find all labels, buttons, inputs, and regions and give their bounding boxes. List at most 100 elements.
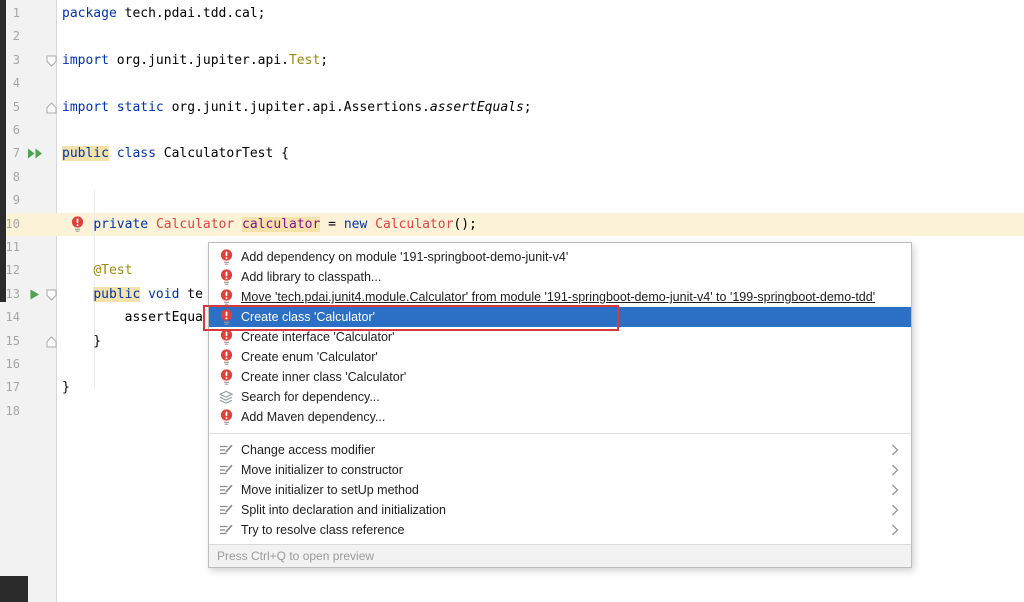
- menu-item-label: Move initializer to constructor: [241, 463, 403, 477]
- menu-item-label: Move initializer to setUp method: [241, 483, 419, 497]
- line-number: 16: [0, 353, 20, 376]
- modify-pencil-icon: [219, 441, 233, 459]
- window-edge-artifact-top: [0, 0, 6, 302]
- run-class-icon[interactable]: [27, 148, 43, 159]
- menu-item-label: Add library to classpath...: [241, 270, 381, 284]
- error-bulb-icon: [219, 408, 233, 426]
- code-token: import: [62, 53, 109, 68]
- menu-item[interactable]: Move initializer to setUp method: [209, 480, 911, 500]
- highlighted-token: calculator: [242, 217, 320, 232]
- menu-item-label: Create interface 'Calculator': [241, 330, 394, 344]
- menu-item-label: Split into declaration and initializatio…: [241, 503, 446, 517]
- code-token: [109, 146, 117, 161]
- quickfix-menu-group: Add dependency on module '191-springboot…: [209, 243, 911, 427]
- menu-item-label: Create inner class 'Calculator': [241, 370, 406, 384]
- code-token: [109, 100, 117, 115]
- code-line: public void te: [62, 283, 203, 306]
- code-token: [367, 217, 375, 232]
- code-token: Calculator: [375, 217, 453, 232]
- code-token: org.junit.jupiter.api.Assertions.: [164, 100, 430, 115]
- run-test-icon[interactable]: [29, 289, 40, 300]
- highlighted-token: public: [62, 146, 109, 161]
- code-token: class: [117, 146, 156, 161]
- line-number: 14: [0, 306, 20, 329]
- error-bulb-icon: [219, 368, 233, 386]
- intention-menu-group: Change access modifier Move initializer …: [209, 440, 911, 540]
- code-token: package: [62, 6, 117, 21]
- code-token: [140, 287, 148, 302]
- code-token: ;: [524, 100, 532, 115]
- menu-item[interactable]: Create enum 'Calculator': [209, 347, 911, 367]
- code-line: import static org.junit.jupiter.api.Asse…: [62, 96, 532, 119]
- menu-item-label: Try to resolve class reference: [241, 523, 404, 537]
- code-line: import org.junit.jupiter.api.Test;: [62, 49, 328, 72]
- code-token: }: [62, 380, 70, 395]
- popup-footer: Press Ctrl+Q to open preview: [209, 544, 911, 567]
- menu-item[interactable]: Move initializer to constructor: [209, 460, 911, 480]
- fold-down-icon[interactable]: [46, 289, 57, 301]
- code-line: assertEqua: [62, 306, 203, 329]
- code-token: org.junit.jupiter.api.: [109, 53, 289, 68]
- line-number: 17: [0, 376, 20, 399]
- line-number: 15: [0, 330, 20, 353]
- submenu-chevron-icon: [891, 484, 899, 496]
- submenu-chevron-icon: [891, 444, 899, 456]
- code-token: tech.pdai.tdd.cal;: [117, 6, 266, 21]
- submenu-chevron-icon: [891, 524, 899, 536]
- menu-item[interactable]: Add dependency on module '191-springboot…: [209, 247, 911, 267]
- menu-item-label: Move 'tech.pdai.junit4.module.Calculator…: [241, 290, 875, 304]
- menu-item-label: Change access modifier: [241, 443, 375, 457]
- fold-up-icon[interactable]: [46, 102, 57, 114]
- code-token: [148, 217, 156, 232]
- fold-down-icon[interactable]: [46, 55, 57, 67]
- code-token: ;: [320, 53, 328, 68]
- menu-item[interactable]: Split into declaration and initializatio…: [209, 500, 911, 520]
- code-token: private: [93, 217, 148, 232]
- code-line: public class CalculatorTest {: [62, 142, 289, 165]
- modify-pencil-icon: [219, 521, 233, 539]
- code-token: import: [62, 100, 109, 115]
- code-line: }: [62, 330, 101, 353]
- code-token: [234, 217, 242, 232]
- annotation-red-box: [203, 305, 619, 331]
- submenu-chevron-icon: [891, 464, 899, 476]
- menu-item-label: Create enum 'Calculator': [241, 350, 378, 364]
- error-bulb-icon: [219, 348, 233, 366]
- fold-up-icon[interactable]: [46, 336, 57, 348]
- modify-pencil-icon: [219, 501, 233, 519]
- menu-separator: [209, 433, 911, 434]
- modify-pencil-icon: [219, 481, 233, 499]
- menu-item[interactable]: Move 'tech.pdai.junit4.module.Calculator…: [209, 287, 911, 307]
- code-token: new: [344, 217, 367, 232]
- code-token: Test: [289, 53, 320, 68]
- code-line: @Test: [62, 259, 132, 282]
- code-token: void: [148, 287, 179, 302]
- menu-item-label: Add Maven dependency...: [241, 410, 385, 424]
- code-line: package tech.pdai.tdd.cal;: [62, 2, 266, 25]
- menu-item[interactable]: Change access modifier: [209, 440, 911, 460]
- menu-item[interactable]: Search for dependency...: [209, 387, 911, 407]
- code-line: }: [62, 376, 70, 399]
- code-token: [62, 287, 93, 302]
- error-bulb-icon: [219, 268, 233, 286]
- code-token: CalculatorTest {: [156, 146, 289, 161]
- code-token: Calculator: [156, 217, 234, 232]
- code-token: assertEqua: [62, 310, 203, 325]
- error-bulb-icon: [219, 248, 233, 266]
- code-token: }: [62, 334, 101, 349]
- menu-item-label: Search for dependency...: [241, 390, 380, 404]
- menu-item[interactable]: Add Maven dependency...: [209, 407, 911, 427]
- code-line: private Calculator calculator = new Calc…: [62, 213, 477, 236]
- menu-item[interactable]: Add library to classpath...: [209, 267, 911, 287]
- menu-item[interactable]: Create inner class 'Calculator': [209, 367, 911, 387]
- library-layers-icon: [219, 388, 233, 406]
- line-number: 18: [0, 400, 20, 423]
- code-token: [62, 263, 93, 278]
- menu-item[interactable]: Try to resolve class reference: [209, 520, 911, 540]
- code-token: assertEquals: [430, 100, 524, 115]
- intention-actions-popup: Add dependency on module '191-springboot…: [208, 242, 912, 568]
- menu-item-label: Add dependency on module '191-springboot…: [241, 250, 568, 264]
- code-token: te: [179, 287, 202, 302]
- error-bulb-icon[interactable]: [71, 216, 84, 233]
- code-token: @Test: [93, 263, 132, 278]
